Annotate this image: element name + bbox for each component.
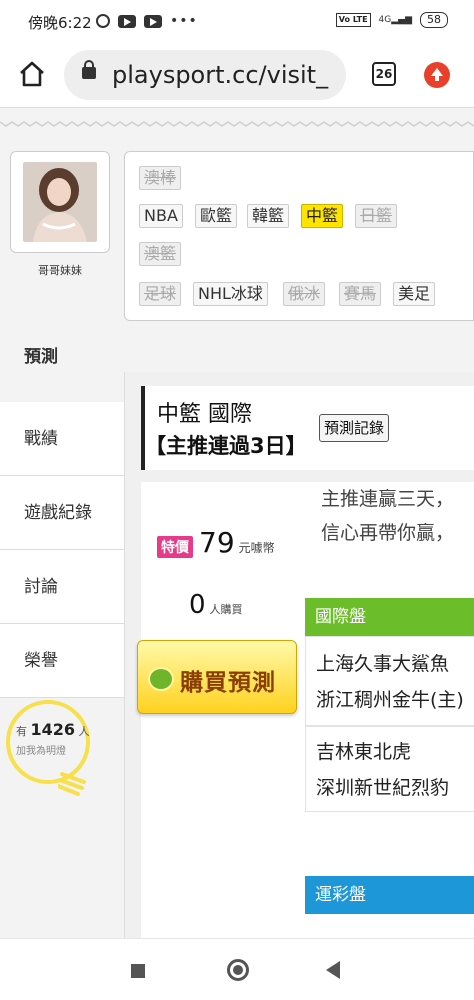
avatar[interactable] [23,162,97,242]
alarm-icon [96,14,110,28]
home-icon[interactable] [18,60,46,88]
prediction-record-button[interactable]: 預測記錄 [319,414,390,442]
prediction-panel: 中籃 國際 預測記錄 【主推連過3日】 特價 79 元噱幣 0 人購買 購買預測… [124,372,474,938]
recents-icon[interactable] [131,964,145,978]
price-unit: 元噱幣 [238,541,275,555]
category-chip: 足球 [139,282,182,306]
page-divider [0,121,474,127]
browser-toolbar: playsport.cc/visit_ 26 [0,44,474,108]
category-chip: 澳棒 [139,166,182,190]
system-nav-bar [0,938,474,1000]
side-menu-item-record[interactable]: 戰績 [0,402,124,476]
system-icons: Vo LTE 4G▂▄▆ 58 [335,12,448,28]
category-panel: 澳棒 NBA 歐籃 韓籃 中籃 日籃 澳籃 足球 NHL冰球 俄冰 賽馬 美足 [124,151,474,321]
buy-prediction-button[interactable]: 購買預測 [137,640,297,714]
buyers-value: 0 [189,590,206,620]
description-line: 主推連贏三天， [321,488,455,510]
profile-name[interactable]: 哥哥妹妹 [10,262,110,278]
prediction-header: 中籃 國際 預測記錄 【主推連過3日】 [141,386,474,470]
update-icon[interactable] [424,62,450,88]
price-row: 特價 79 元噱幣 [157,526,275,559]
game-card: 上海久事大鯊魚 浙江稠州金牛(主) [305,636,474,726]
special-price-badge: 特價 [157,536,193,558]
price-value: 79 [199,526,235,559]
side-menu-item-game-log[interactable]: 遊戲紀錄 [0,476,124,550]
light-count: 有 1426 人 [16,720,90,739]
battery-icon: 58 [420,12,448,28]
notification-icons: ••• [96,13,198,29]
youtube-icon-2 [144,14,162,28]
more-notifications-icon: ••• [170,13,198,29]
coin-icon [148,667,174,691]
purchase-box: 特價 79 元噱幣 0 人購買 購買預測 主推連贏三天， 信心再帶你贏， 國際盤… [137,482,474,938]
buyers-unit: 人購買 [209,603,243,616]
web-page: 哥哥妹妹 澳棒 NBA 歐籃 韓籃 中籃 日籃 澳籃 足球 NHL冰球 俄冰 賽… [0,108,474,938]
address-bar[interactable]: playsport.cc/visit_ [64,50,346,100]
category-chip[interactable]: 美足 [393,282,436,306]
youtube-icon [118,14,136,28]
side-menu-item-honor[interactable]: 榮譽 [0,624,124,698]
prediction-description: 主推連贏三天， 信心再帶你贏， [321,482,474,550]
category-chip: 賽馬 [339,282,382,306]
section-header-lottery: 運彩盤 [305,876,474,914]
light-caption: 加我為明燈 [16,746,66,757]
team-name: 深圳新世紀烈豹 [316,777,450,799]
prediction-title: 中籃 國際 [157,402,252,427]
volte-icon: Vo LTE [335,13,371,27]
team-name: 上海久事大鯊魚 [316,653,450,675]
light-suffix: 人 [78,725,90,738]
prediction-subtitle: 【主推連過3日】 [145,434,307,458]
status-bar: 傍晚6:22 ••• Vo LTE 4G▂▄▆ 58 [0,0,474,44]
buy-prediction-label: 購買預測 [180,670,276,696]
signal-icon: 4G▂▄▆ [378,15,412,25]
light-prefix: 有 [16,725,27,738]
light-count-value: 1426 [30,720,76,739]
url-text: playsport.cc/visit_ [112,61,329,89]
tab-switcher-button[interactable]: 26 [372,62,396,86]
category-chip[interactable]: 歐籃 [195,204,238,228]
team-name: 吉林東北虎 [316,741,412,763]
network-type: 4G [378,15,392,25]
category-chip-nba[interactable]: NBA [139,204,183,228]
game-card: 吉林東北虎 深圳新世紀烈豹 [305,726,474,812]
category-chip: 日籃 [355,204,398,228]
light-bulb-widget[interactable]: 有 1426 人 加我為明燈 [6,700,102,810]
team-name: 浙江稠州金牛(主) [316,689,464,711]
status-time: 傍晚6:22 [28,14,92,32]
category-chip[interactable]: 韓籃 [247,204,290,228]
category-chip[interactable]: NHL冰球 [193,282,268,306]
section-header-international: 國際盤 [305,598,474,636]
category-chip-active[interactable]: 中籃 [301,204,344,228]
profile-card[interactable] [10,151,110,253]
lock-icon [82,60,96,79]
category-chip: 澳籃 [139,242,182,266]
bulb-base-icon [58,772,86,796]
side-menu-item-predict[interactable]: 預測 [0,320,124,394]
description-line: 信心再帶你贏， [321,522,455,544]
category-chip: 俄冰 [283,282,326,306]
back-icon[interactable] [326,961,340,979]
home-nav-icon[interactable] [227,959,249,981]
buyers-count: 0 人購買 [189,590,243,620]
side-menu-item-discussion[interactable]: 討論 [0,550,124,624]
